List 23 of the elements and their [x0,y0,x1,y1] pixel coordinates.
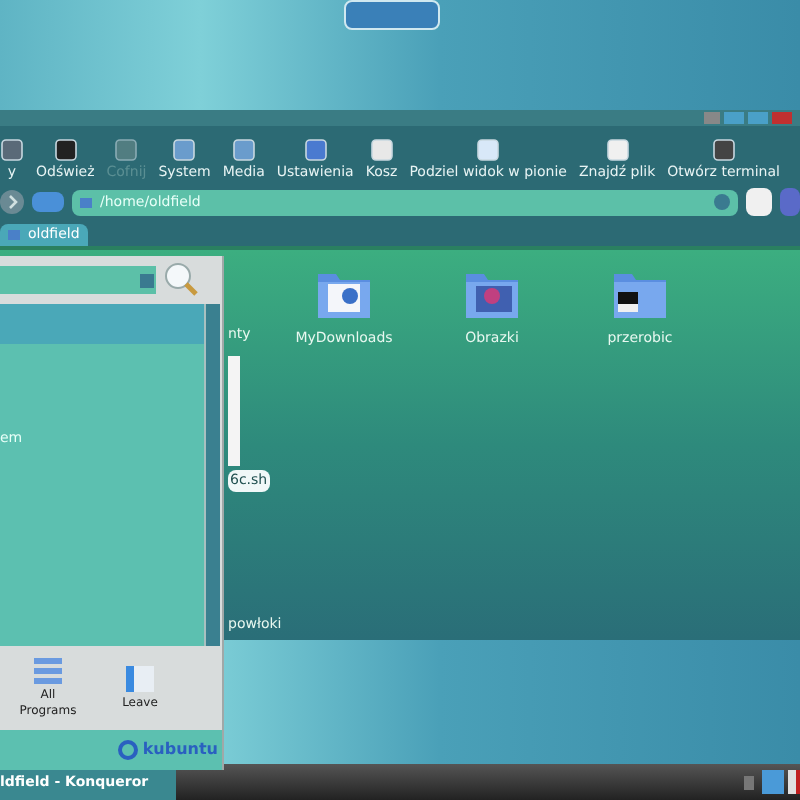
kubuntu-logo-icon [118,740,139,760]
toolbar-icon [231,138,256,162]
exit-icon [126,665,154,692]
home-icon[interactable] [32,192,64,212]
toolbar-icon [172,138,197,162]
toolbar-icon [369,138,394,162]
toolbar-icon [605,138,630,162]
search-field[interactable] [0,266,156,294]
toolbar-icon [114,138,139,162]
toolbar-icon [476,138,501,162]
scrollbar[interactable] [204,304,220,646]
search-icon[interactable] [160,262,200,298]
kubuntu-logo-text: kubuntu [142,738,218,762]
toolbar-icon [0,138,24,162]
toolbar-icon [53,138,78,162]
list-icon [34,658,62,684]
document-thumbnail [228,356,240,466]
window-thumbnail[interactable] [344,0,440,30]
folder-small-icon [80,197,92,207]
toolbar-icon [303,138,328,162]
forward-icon[interactable] [0,190,24,214]
toolbar-icon [711,138,736,162]
folder-small-icon [8,230,20,240]
